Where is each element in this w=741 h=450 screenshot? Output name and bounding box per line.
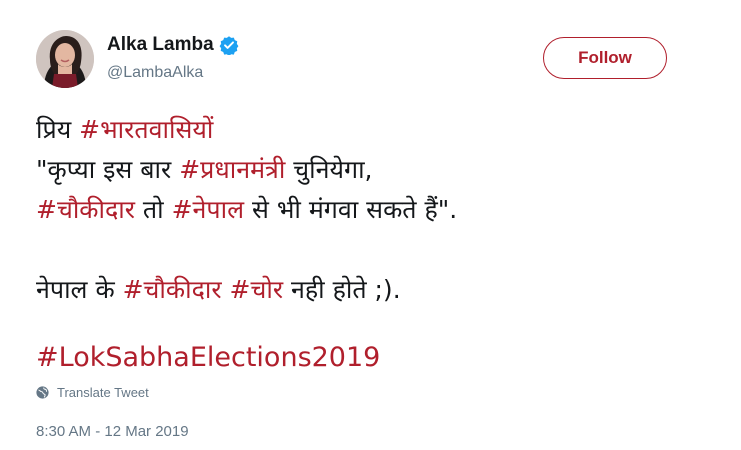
- text-segment: "कृप्या इस बार: [36, 155, 180, 184]
- hashtag-link[interactable]: #LokSabhaElections2019: [36, 342, 380, 373]
- tweet-text: प्रिय #भारतवासियों "कृप्या इस बार #प्रधा…: [36, 110, 726, 378]
- hashtag-link[interactable]: #भारतवासियों: [79, 115, 213, 144]
- hashtag-link[interactable]: #नेपाल: [172, 195, 244, 224]
- text-segment: चुनियेगा,: [285, 155, 373, 184]
- follow-button[interactable]: Follow: [543, 37, 667, 79]
- tweet-timestamp[interactable]: 8:30 AM - 12 Mar 2019: [36, 423, 189, 440]
- author-name-row: Alka Lamba: [107, 34, 239, 56]
- tweet-line-7: #LokSabhaElections2019: [36, 338, 726, 378]
- text-segment: [222, 275, 230, 304]
- tweet-line-2: "कृप्या इस बार #प्रधानमंत्री चुनियेगा,: [36, 150, 726, 190]
- text-segment: से भी मंगवा सकते हैं".: [244, 195, 458, 224]
- hashtag-link[interactable]: #चौकीदार: [123, 275, 222, 304]
- display-name[interactable]: Alka Lamba: [107, 34, 214, 56]
- tweet-line-3: #चौकीदार तो #नेपाल से भी मंगवा सकते हैं"…: [36, 190, 726, 230]
- profile-photo: [36, 30, 94, 88]
- globe-icon: [36, 386, 49, 399]
- text-segment: तो: [134, 195, 172, 224]
- translate-tweet-link[interactable]: Translate Tweet: [57, 385, 149, 400]
- hashtag-link[interactable]: #प्रधानमंत्री: [179, 155, 285, 184]
- text-segment: नेपाल के: [36, 275, 123, 304]
- translate-row: Translate Tweet: [36, 385, 149, 400]
- author-handle[interactable]: @LambaAlka: [107, 63, 203, 83]
- text-segment: प्रिय: [36, 115, 80, 144]
- avatar[interactable]: [36, 30, 94, 88]
- hashtag-link[interactable]: #चोर: [230, 275, 284, 304]
- tweet-line-5: नेपाल के #चौकीदार #चोर नही होते ;).: [36, 270, 726, 310]
- text-segment: नही होते ;).: [283, 275, 401, 304]
- tweet-card: Alka Lamba @LambaAlka Follow प्रिय #भारत…: [0, 0, 741, 450]
- verified-badge-icon: [219, 35, 239, 55]
- tweet-line-1: प्रिय #भारतवासियों: [36, 110, 726, 150]
- hashtag-link[interactable]: #चौकीदार: [36, 195, 135, 224]
